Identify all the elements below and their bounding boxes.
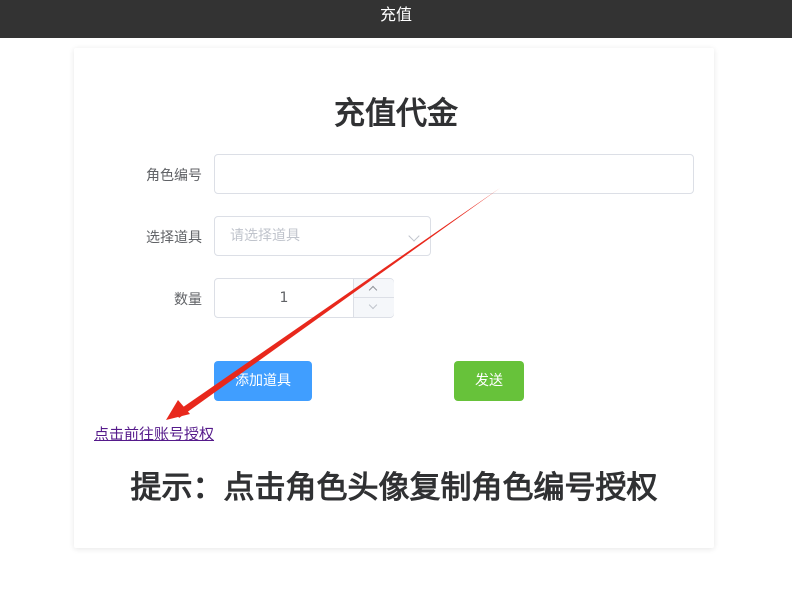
arrow-head — [166, 400, 190, 420]
arrow-shaft — [176, 188, 500, 418]
annotation-arrow-icon — [166, 188, 500, 420]
